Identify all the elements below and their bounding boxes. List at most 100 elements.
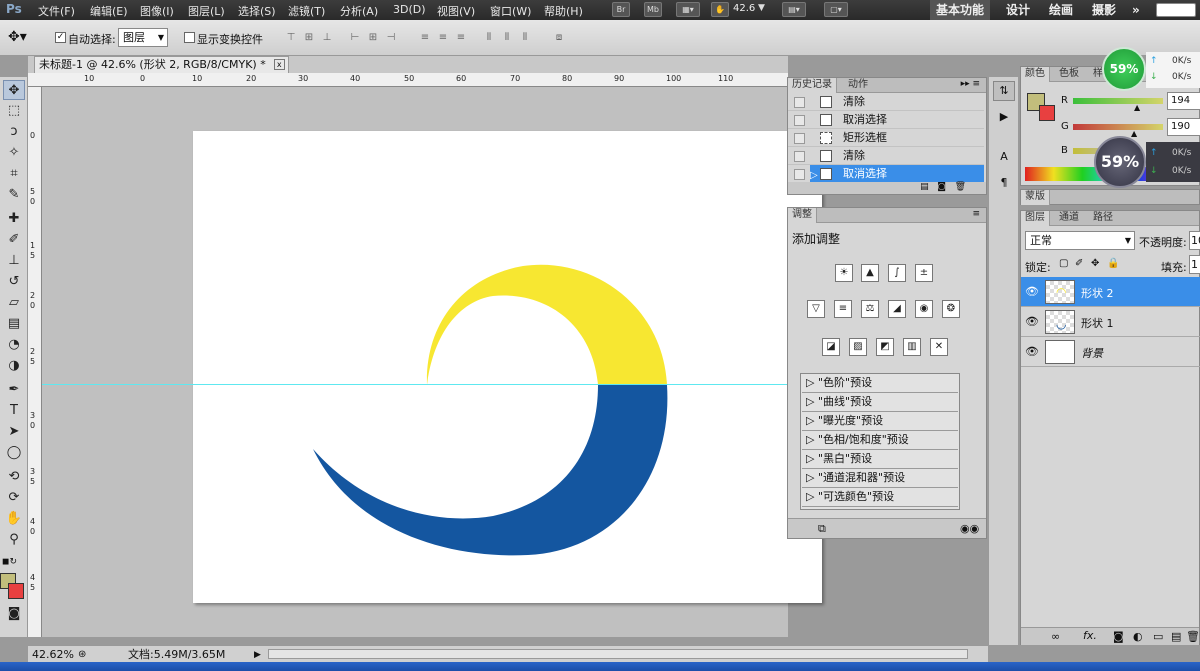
green-slider-handle[interactable]: ▲ xyxy=(1131,129,1137,138)
tab-paths[interactable]: 路径 xyxy=(1089,211,1117,226)
type-tool-icon[interactable]: T xyxy=(3,401,25,421)
history-checkbox[interactable] xyxy=(794,97,805,108)
view-extras-icon[interactable]: ▦▾ xyxy=(676,2,700,17)
marquee-tool-icon[interactable]: ⬚ xyxy=(3,101,25,121)
menu-3d[interactable]: 3D(D) xyxy=(393,3,426,16)
tab-layers[interactable]: 图层 xyxy=(1021,211,1050,226)
menu-filter[interactable]: 滤镜(T) xyxy=(288,3,325,19)
status-options-icon[interactable]: ⊛ xyxy=(78,647,86,663)
actions-panel-icon[interactable]: ▶ xyxy=(993,107,1015,127)
preset-hue-saturation[interactable]: ▷ "色相/饱和度"预设 xyxy=(802,431,958,450)
threshold-icon[interactable]: ◩ xyxy=(876,338,894,356)
eraser-tool-icon[interactable]: ▱ xyxy=(3,293,25,313)
photo-filter-icon[interactable]: ◉ xyxy=(915,300,933,318)
history-panel-icon[interactable]: ⇅ xyxy=(993,81,1015,101)
distribute-bottom-icon[interactable]: ≡ xyxy=(454,32,468,44)
distribute-left-icon[interactable]: ⫴ xyxy=(482,32,496,44)
background-color-swatch[interactable] xyxy=(8,583,24,599)
close-icon[interactable]: x xyxy=(273,59,285,70)
healing-brush-icon[interactable]: ✚ xyxy=(3,209,25,229)
lock-position-icon[interactable]: ✥ xyxy=(1091,258,1099,269)
eye-icon[interactable]: 👁 xyxy=(1025,315,1039,328)
menu-view[interactable]: 视图(V) xyxy=(437,3,475,19)
hand-tool-icon[interactable]: ✋ xyxy=(3,509,25,529)
layer-name[interactable]: 形状 2 xyxy=(1081,285,1114,301)
levels-icon[interactable]: ▲ xyxy=(861,264,879,282)
green-slider[interactable] xyxy=(1073,124,1163,130)
clip-to-layer-icon[interactable]: ⧉ xyxy=(818,522,826,536)
layer-row-selected[interactable]: 👁 ◠ 形状 2 xyxy=(1021,277,1200,307)
menu-select[interactable]: 选择(S) xyxy=(238,3,276,19)
history-item[interactable]: 清除 xyxy=(788,147,984,165)
eye-icon[interactable]: 👁 xyxy=(1025,345,1039,358)
trash-icon[interactable]: 🗑 xyxy=(955,182,966,192)
auto-select-checkbox[interactable]: ✓ xyxy=(55,32,66,43)
show-transform-checkbox[interactable] xyxy=(184,32,195,43)
workspace-painting[interactable]: 绘画 xyxy=(1043,0,1079,20)
history-item[interactable]: 取消选择 xyxy=(788,111,984,129)
stamp-tool-icon[interactable]: ⊥ xyxy=(3,251,25,271)
document-canvas[interactable] xyxy=(193,131,822,603)
tab-channels[interactable]: 通道 xyxy=(1055,211,1083,226)
distribute-hcenter-icon[interactable]: ⫴ xyxy=(500,32,514,44)
move-tool-icon[interactable]: ✥ xyxy=(3,80,25,100)
workspace-photography[interactable]: 摄影 xyxy=(1086,0,1122,20)
brush-tool-icon[interactable]: ✐ xyxy=(3,230,25,250)
tab-actions[interactable]: 动作 xyxy=(844,78,872,93)
move-tool-icon[interactable]: ✥▾ xyxy=(8,29,27,45)
search-field[interactable] xyxy=(1156,3,1196,17)
layer-name[interactable]: 背景 xyxy=(1081,345,1103,361)
eye-icon[interactable]: 👁 xyxy=(1025,285,1039,298)
history-brush-icon[interactable]: ↺ xyxy=(3,272,25,292)
3d-orbit-icon[interactable]: ⟳ xyxy=(3,488,25,508)
add-mask-icon[interactable]: ◙ xyxy=(1113,630,1124,643)
panel-menu-icon[interactable]: ≡ xyxy=(972,209,980,219)
layer-row[interactable]: 👁 ◡ 形状 1 xyxy=(1021,307,1200,337)
align-top-icon[interactable]: ⊤ xyxy=(284,32,298,44)
distribute-top-icon[interactable]: ≡ xyxy=(418,32,432,44)
brightness-icon[interactable]: ☀ xyxy=(835,264,853,282)
horizontal-guide[interactable] xyxy=(42,384,788,385)
3d-rotate-icon[interactable]: ⟲ xyxy=(3,467,25,487)
workspaces-more-button[interactable]: » xyxy=(1126,0,1146,20)
selective-color-icon[interactable]: ✕ xyxy=(930,338,948,356)
green-value-input[interactable]: 190 xyxy=(1167,118,1200,136)
snapshot-icon[interactable]: ◙ xyxy=(937,182,946,192)
align-left-icon[interactable]: ⊢ xyxy=(348,32,362,44)
ellipse-tool-icon[interactable]: ◯ xyxy=(3,443,25,463)
opacity-input[interactable]: 10 xyxy=(1189,231,1200,250)
chevron-down-icon[interactable]: ▼ xyxy=(758,3,765,13)
blur-tool-icon[interactable]: ◔ xyxy=(3,335,25,355)
red-value-input[interactable]: 194 xyxy=(1167,92,1200,110)
mini-bridge-button[interactable]: Mb xyxy=(644,2,662,17)
preset-black-white[interactable]: ▷ "黑白"预设 xyxy=(802,450,958,469)
panel-menu-icon[interactable]: ▸▸ ≡ xyxy=(961,79,980,89)
history-item[interactable]: 清除 xyxy=(788,93,984,111)
fx-button[interactable]: fx. xyxy=(1083,629,1097,642)
align-vcenter-icon[interactable]: ⊞ xyxy=(302,32,316,44)
blend-mode-dropdown[interactable]: 正常 ▼ xyxy=(1025,231,1135,250)
layer-row[interactable]: 👁 背景 xyxy=(1021,337,1200,367)
history-checkbox[interactable] xyxy=(794,151,805,162)
link-layers-icon[interactable]: ∞ xyxy=(1051,630,1060,643)
character-panel-icon[interactable]: A xyxy=(993,147,1015,167)
history-checkbox[interactable] xyxy=(794,169,805,180)
auto-align-icon[interactable]: ⧈ xyxy=(552,32,566,44)
menu-image[interactable]: 图像(I) xyxy=(140,3,174,19)
zoom-status[interactable]: 42.62% xyxy=(32,647,74,663)
menu-edit[interactable]: 编辑(E) xyxy=(90,3,128,19)
lock-pixels-icon[interactable]: ✐ xyxy=(1075,258,1083,269)
background-color-swatch[interactable] xyxy=(1039,105,1055,121)
history-item-selected[interactable]: ▷ 取消选择 xyxy=(788,165,984,183)
preset-levels[interactable]: ▷ "色阶"预设 xyxy=(802,374,958,393)
network-meter-badge[interactable]: 59% xyxy=(1102,47,1146,91)
tab-color[interactable]: 颜色 xyxy=(1021,67,1050,82)
menu-help[interactable]: 帮助(H) xyxy=(544,3,583,19)
align-hcenter-icon[interactable]: ⊞ xyxy=(366,32,380,44)
black-white-icon[interactable]: ◢ xyxy=(888,300,906,318)
hue-saturation-icon[interactable]: ≡ xyxy=(834,300,852,318)
trash-icon[interactable]: 🗑 xyxy=(1186,630,1200,643)
history-checkbox[interactable] xyxy=(794,133,805,144)
workspace-essentials[interactable]: 基本功能 xyxy=(930,0,991,20)
menu-file[interactable]: 文件(F) xyxy=(38,3,75,19)
